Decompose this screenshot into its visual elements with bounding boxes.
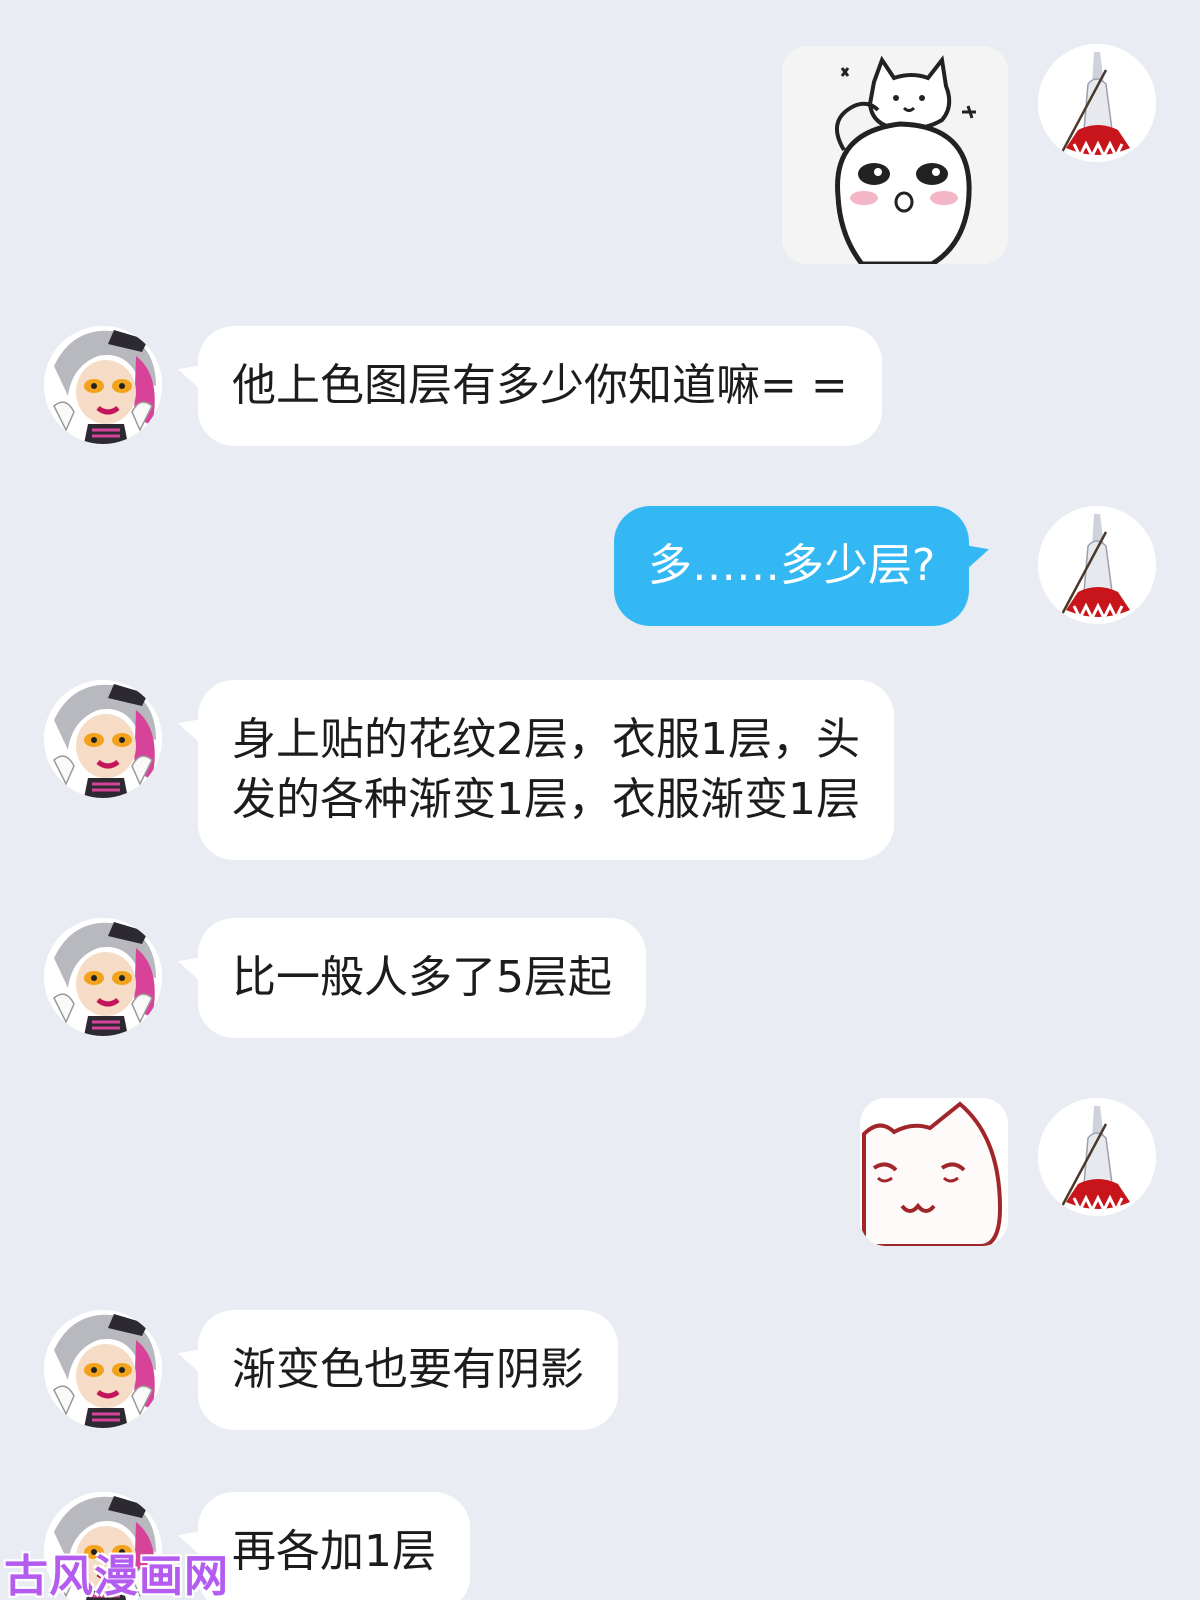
other-avatar-image	[44, 918, 162, 1036]
cat-on-head-sticker-image	[782, 46, 1008, 264]
other-avatar-image	[44, 680, 162, 798]
message-bubble[interactable]: 比一般人多了5层起	[198, 918, 646, 1038]
message-text: 他上色图层有多少你知道嘛= =	[232, 360, 848, 411]
message-bubble[interactable]: 多……多少层?	[614, 506, 970, 626]
self-avatar-image	[1038, 44, 1156, 162]
message-text: 比一般人多了5层起	[232, 952, 612, 1003]
other-avatar[interactable]	[44, 918, 162, 1036]
self-avatar[interactable]	[1038, 1098, 1156, 1216]
message-bubble[interactable]: 他上色图层有多少你知道嘛= =	[198, 326, 882, 446]
smug-cat-sticker[interactable]	[860, 1098, 1008, 1246]
self-avatar[interactable]	[1038, 506, 1156, 624]
message-text: 渐变色也要有阴影	[232, 1344, 584, 1395]
message-bubble[interactable]: 身上贴的花纹2层，衣服1层，头 发的各种渐变1层，衣服渐变1层	[198, 680, 894, 860]
message-text: 多……多少层?	[648, 540, 936, 591]
other-avatar-image	[44, 1310, 162, 1428]
message-text-line-1: 身上贴的花纹2层，衣服1层，头	[232, 714, 860, 765]
self-avatar[interactable]	[1038, 44, 1156, 162]
other-avatar[interactable]	[44, 680, 162, 798]
self-avatar-image	[1038, 1098, 1156, 1216]
message-text-line-2: 发的各种渐变1层，衣服渐变1层	[232, 774, 860, 825]
message-bubble[interactable]: 渐变色也要有阴影	[198, 1310, 618, 1430]
other-avatar[interactable]	[44, 326, 162, 444]
message-text: 再各加1层	[232, 1526, 436, 1577]
message-bubble[interactable]: 再各加1层	[198, 1492, 470, 1600]
self-avatar-image	[1038, 506, 1156, 624]
chat-window: 他上色图层有多少你知道嘛= = 多……多少层? 身上贴的花纹2层，衣服1层，头 …	[0, 0, 1200, 1600]
cat-on-head-sticker[interactable]	[782, 46, 1008, 264]
smug-cat-sticker-image	[860, 1098, 1008, 1246]
other-avatar-image	[44, 326, 162, 444]
other-avatar[interactable]	[44, 1310, 162, 1428]
watermark: 古风漫画网	[4, 1551, 229, 1600]
